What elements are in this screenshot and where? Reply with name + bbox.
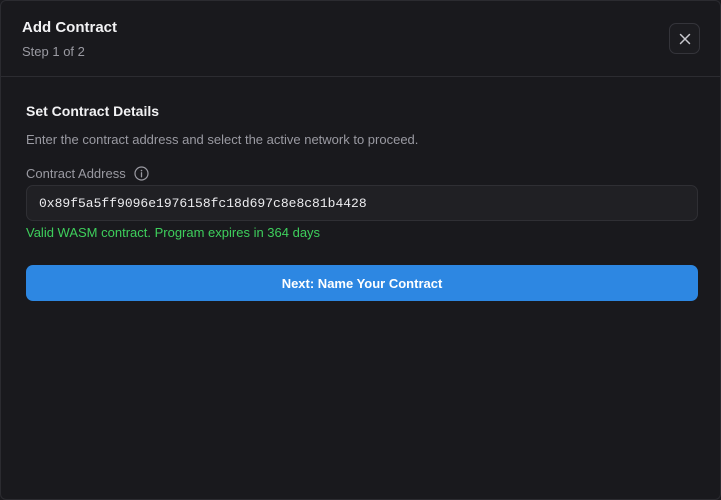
section-title: Set Contract Details (26, 103, 160, 119)
modal-header: Add Contract Step 1 of 2 (1, 1, 720, 77)
validation-message: Valid WASM contract. Program expires in … (26, 225, 321, 240)
next-button[interactable]: Next: Name Your Contract (26, 265, 698, 301)
contract-address-input[interactable] (26, 185, 698, 221)
contract-address-label-row: Contract Address (26, 164, 150, 182)
add-contract-modal: Add Contract Step 1 of 2 Set Contract De… (0, 0, 721, 500)
modal-title: Add Contract (22, 19, 117, 36)
close-icon (679, 33, 690, 44)
section-description: Enter the contract address and select th… (26, 132, 419, 147)
info-icon[interactable] (134, 165, 150, 181)
close-button[interactable] (669, 23, 700, 54)
contract-address-label: Contract Address (26, 165, 126, 181)
step-indicator: Step 1 of 2 (22, 44, 85, 59)
